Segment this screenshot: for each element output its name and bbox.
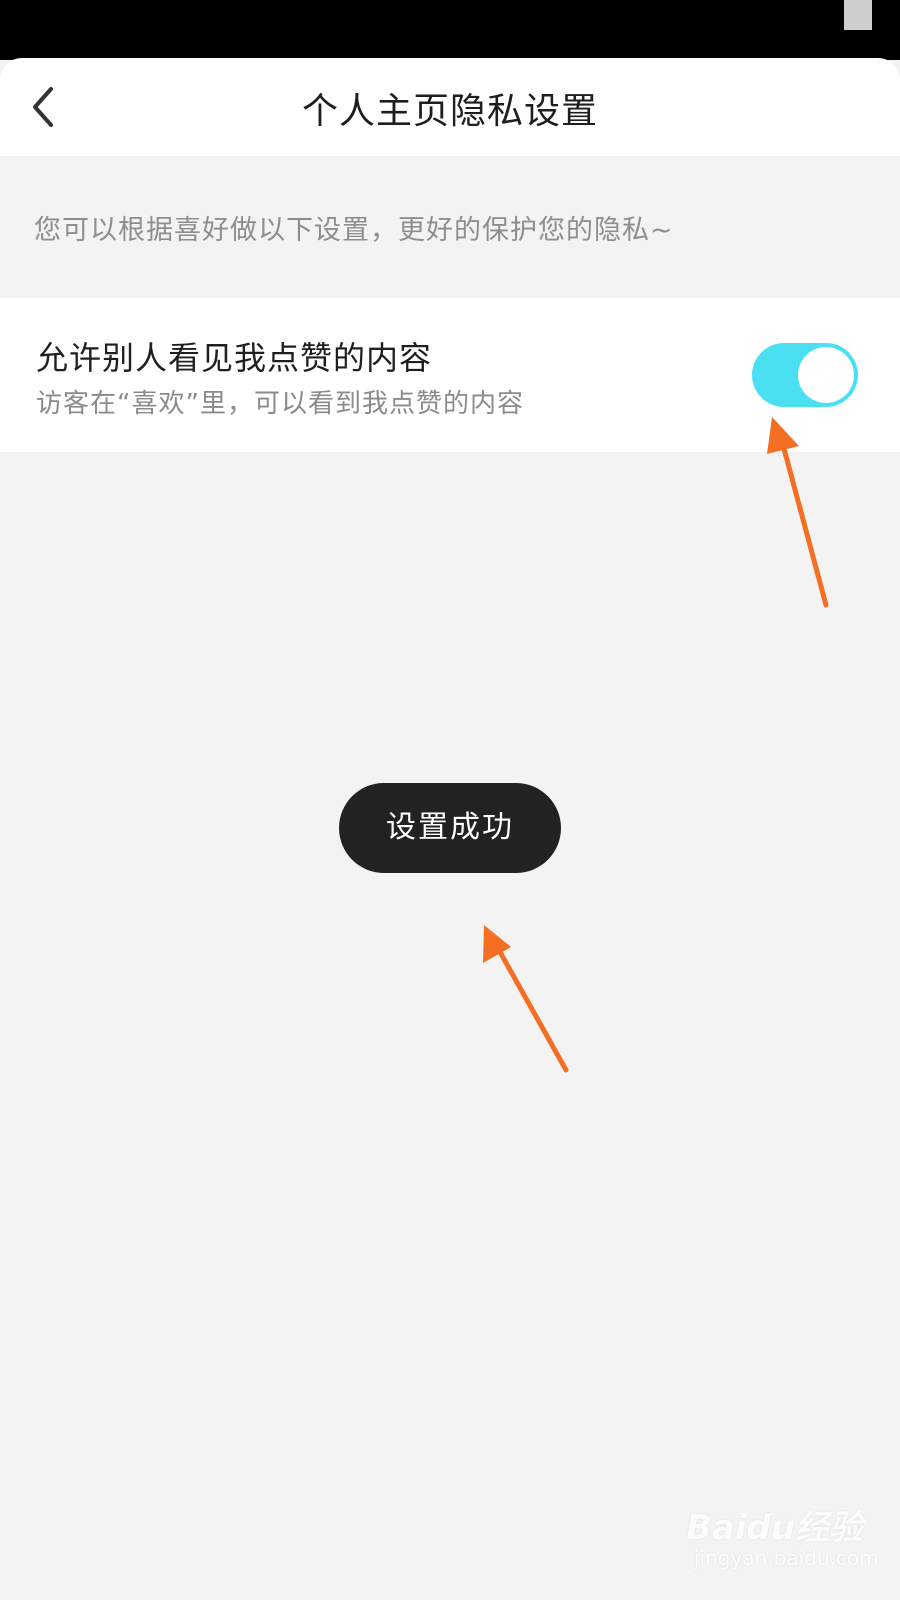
watermark-brand: Baidu经验 (686, 1508, 864, 1548)
status-bar (0, 0, 900, 60)
success-toast: 设置成功 (339, 783, 561, 873)
liked-content-visibility-setting[interactable]: 允许别人看见我点赞的内容 访客在“喜欢”里，可以看到我点赞的内容 (0, 298, 900, 452)
toggle-knob (798, 347, 854, 403)
liked-content-toggle[interactable] (752, 343, 858, 407)
status-icon (844, 0, 872, 30)
privacy-intro-text: 您可以根据喜好做以下设置，更好的保护您的隐私~ (34, 215, 674, 246)
privacy-settings-page: 个人主页隐私设置 您可以根据喜好做以下设置，更好的保护您的隐私~ 允许别人看见我… (0, 0, 900, 1600)
setting-title: 允许别人看见我点赞的内容 (36, 339, 433, 377)
page-title: 个人主页隐私设置 (301, 91, 598, 132)
header: 个人主页隐私设置 (0, 58, 900, 156)
toast-annotation-arrow (483, 925, 569, 1073)
watermark-url: jingyan.baidu.com (694, 1546, 879, 1570)
setting-description: 访客在“喜欢”里，可以看到我点赞的内容 (36, 389, 524, 419)
baidu-jingyan-watermark: Baidu经验 jingyan.baidu.com (686, 1500, 879, 1584)
